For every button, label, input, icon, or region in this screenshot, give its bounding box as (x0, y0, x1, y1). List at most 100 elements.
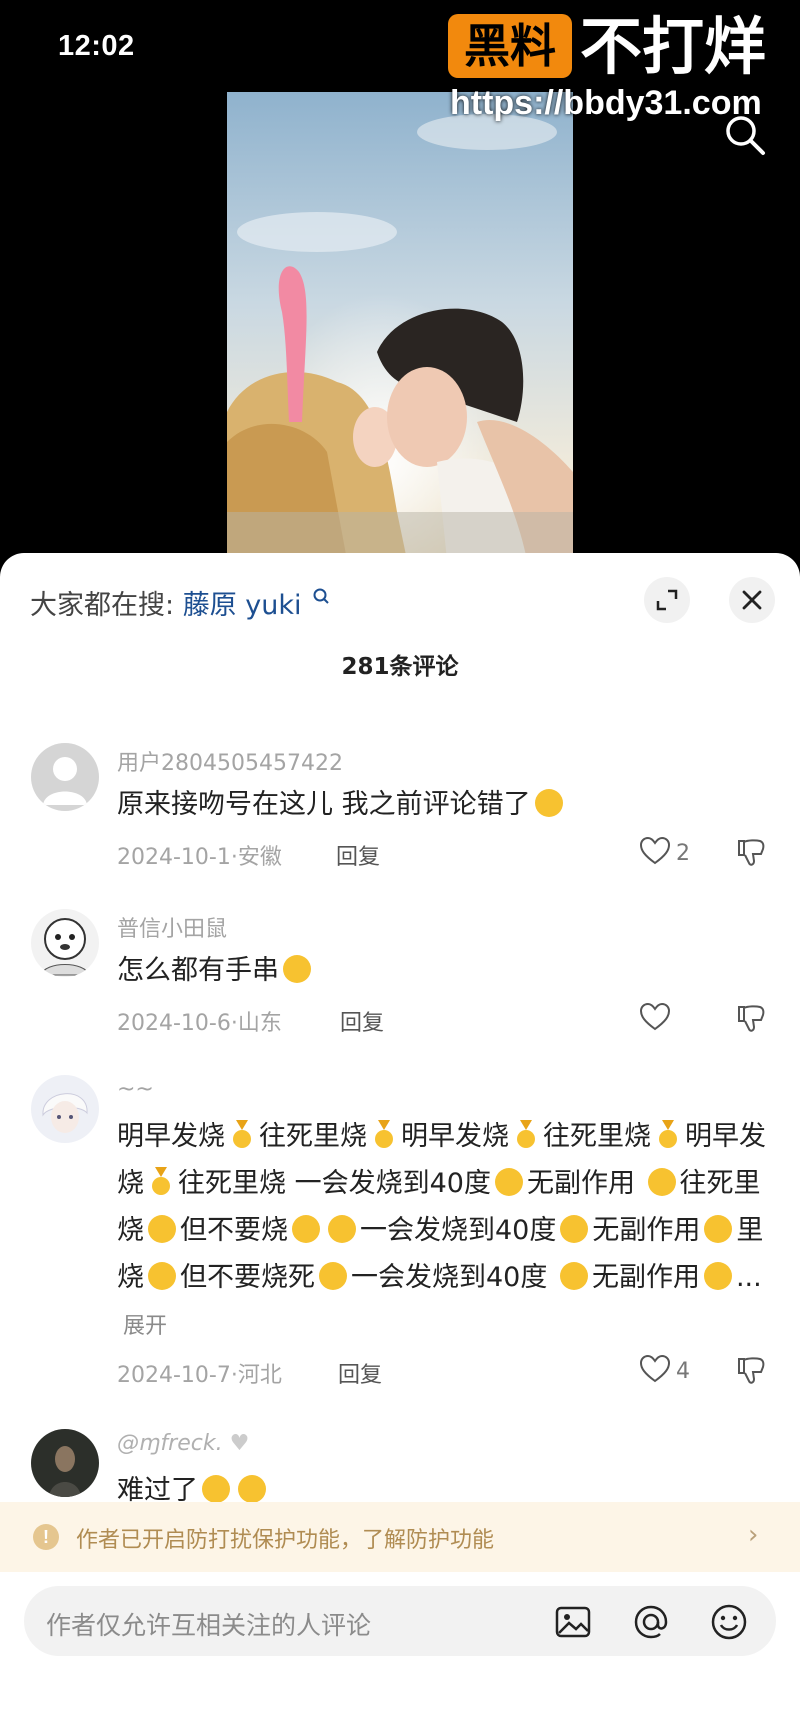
avatar[interactable] (31, 743, 99, 811)
smile-emoji-icon (559, 1262, 588, 1290)
thumbs-down-icon (738, 1357, 765, 1384)
comment-text-part: 往死里烧 (543, 1121, 651, 1152)
smile-emoji-icon (560, 1215, 589, 1243)
comment-item: 普信小田鼠 怎么都有手串 2024-10-6·山东 回复 (0, 909, 800, 1059)
protection-notice[interactable]: ! 作者已开启防打扰保护功能，了解防护功能 › (0, 1502, 800, 1572)
expand-icon (656, 589, 678, 611)
crying-laugh-emoji-icon (534, 789, 563, 817)
smile-emoji-icon (148, 1215, 176, 1243)
comment-text-part: 无副作用 (592, 1215, 701, 1246)
watermark-text: 不打烊 (580, 10, 767, 83)
comment-username[interactable]: @ɱfreck. ♥ (117, 1431, 249, 1456)
fearful-emoji-icon (202, 1475, 230, 1503)
thumbs-down-icon (738, 839, 765, 866)
reply-button[interactable]: 回复 (338, 1357, 382, 1389)
reply-button[interactable]: 回复 (336, 839, 380, 871)
chevron-right-icon: › (748, 1520, 759, 1550)
smile-emoji-icon (319, 1262, 347, 1290)
comment-text-part: 但不要烧死 (180, 1262, 315, 1293)
video-area: 12:02 黑料 不打烊 https://bbdy31.com (0, 0, 800, 560)
comment-text-part: 明早发烧 (401, 1121, 509, 1152)
smile-emoji-icon (494, 1168, 523, 1196)
image-icon[interactable] (554, 1603, 592, 1641)
comment-date-location: 2024-10-7·河北 (117, 1363, 282, 1388)
mention-icon[interactable] (632, 1603, 670, 1641)
video-thumbnail (227, 92, 573, 560)
comment-input[interactable]: 作者仅允许互相关注的人评论 (24, 1586, 776, 1656)
avatar[interactable] (31, 1075, 99, 1143)
smile-emoji-icon (647, 1168, 676, 1196)
watermark: 黑料 不打烊 https://bbdy31.com (448, 12, 798, 122)
search-icon[interactable] (722, 112, 768, 158)
avatar[interactable] (31, 1429, 99, 1497)
comment-text-part: 无副作用 (526, 1168, 635, 1199)
comment-text-part: 无副作用 (591, 1262, 700, 1293)
comment-item: 用户2804505457422 原来接吻号在这儿 我之前评论错了 2024-10… (0, 743, 800, 893)
comment-username-text: @ɱfreck. (117, 1431, 223, 1456)
medal-icon (373, 1118, 395, 1148)
close-button[interactable] (729, 577, 775, 623)
smile-emoji-icon (148, 1262, 176, 1290)
smile-emoji-icon (704, 1215, 733, 1243)
comment-text: 原来接吻号在这儿 我之前评论错了 (117, 781, 777, 828)
hot-search[interactable]: 大家都在搜: 藤原 yuki (30, 583, 330, 622)
comment-username[interactable]: ~~ (117, 1077, 154, 1102)
notice-text: 作者已开启防打扰保护功能，了解防护功能 (76, 1528, 495, 1553)
info-icon: ! (33, 1524, 59, 1550)
thumbs-down-icon (738, 1005, 765, 1032)
reply-button[interactable]: 回复 (340, 1005, 384, 1037)
like-button[interactable]: 2 (639, 836, 700, 873)
comment-text-content: 原来接吻号在这儿 我之前评论错了 (117, 789, 531, 820)
crying-laugh-emoji-icon (283, 955, 311, 983)
heart-emoji-icon: ♥ (229, 1431, 250, 1456)
comment-date-location: 2024-10-6·山东 (117, 1011, 282, 1036)
watermark-badge: 黑料 (448, 14, 572, 78)
watermark-url: https://bbdy31.com (450, 84, 762, 122)
expand-button[interactable] (644, 577, 690, 623)
heart-icon (639, 1002, 671, 1031)
comment-text: 难过了 (117, 1467, 777, 1505)
medal-icon (515, 1118, 537, 1148)
heart-icon (639, 1354, 671, 1383)
comment-username[interactable]: 用户2804505457422 (117, 745, 343, 777)
dislike-button[interactable] (736, 1003, 766, 1035)
video-preview[interactable] (227, 92, 573, 560)
comment-text-part: 明早发烧 (117, 1121, 225, 1152)
comment-text: 明早发烧 往死里烧 明早发烧 往死里烧 明早发烧 往死里烧 一会发烧到40度 无副作用 往死… (117, 1113, 785, 1350)
avatar[interactable] (31, 909, 99, 977)
comment-text-part: 往死里烧 一会发烧到40度 (178, 1168, 491, 1199)
smile-emoji-icon (328, 1215, 356, 1243)
comment-item: @ɱfreck. ♥ 难过了 (0, 1429, 800, 1505)
fearful-emoji-icon (238, 1475, 266, 1503)
comment-text-part: 一会发烧到40度 (360, 1215, 557, 1246)
medal-icon (657, 1118, 679, 1148)
comment-input-placeholder: 作者仅允许互相关注的人评论 (46, 1611, 372, 1640)
comment-text-part: ... (735, 1262, 762, 1293)
status-time: 12:02 (58, 30, 135, 62)
comment-username[interactable]: 普信小田鼠 (117, 911, 227, 943)
comment-text-content: 怎么都有手串 (117, 955, 279, 986)
heart-icon (639, 836, 671, 865)
comment-date-location: 2024-10-1·安徽 (117, 845, 282, 870)
search-small-icon (312, 583, 330, 614)
emoji-icon[interactable] (710, 1603, 748, 1641)
comment-count: 281条评论 (341, 654, 459, 680)
comment-text-part: 一会发烧到40度 (351, 1262, 548, 1293)
comment-text: 怎么都有手串 (117, 947, 777, 994)
comment-text-content: 难过了 (117, 1475, 198, 1505)
like-button[interactable] (639, 1002, 700, 1039)
hot-search-keyword[interactable]: 藤原 yuki (183, 590, 302, 621)
comment-item: ~~ 明早发烧 往死里烧 明早发烧 往死里烧 明早发烧 往死里烧 一会发烧到40度 无副作用… (0, 1075, 800, 1415)
hot-search-prefix: 大家都在搜: (30, 590, 175, 621)
medal-icon (231, 1118, 253, 1148)
medal-icon (150, 1165, 172, 1195)
like-button[interactable]: 4 (639, 1354, 700, 1391)
smile-emoji-icon (703, 1262, 732, 1290)
comment-text-part: 往死里烧 (259, 1121, 367, 1152)
like-count: 2 (676, 841, 690, 866)
like-count: 4 (676, 1359, 690, 1384)
expand-comment-link[interactable]: 展开 (123, 1314, 167, 1339)
dislike-button[interactable] (736, 1355, 766, 1387)
smile-emoji-icon (292, 1215, 320, 1243)
dislike-button[interactable] (736, 837, 766, 869)
